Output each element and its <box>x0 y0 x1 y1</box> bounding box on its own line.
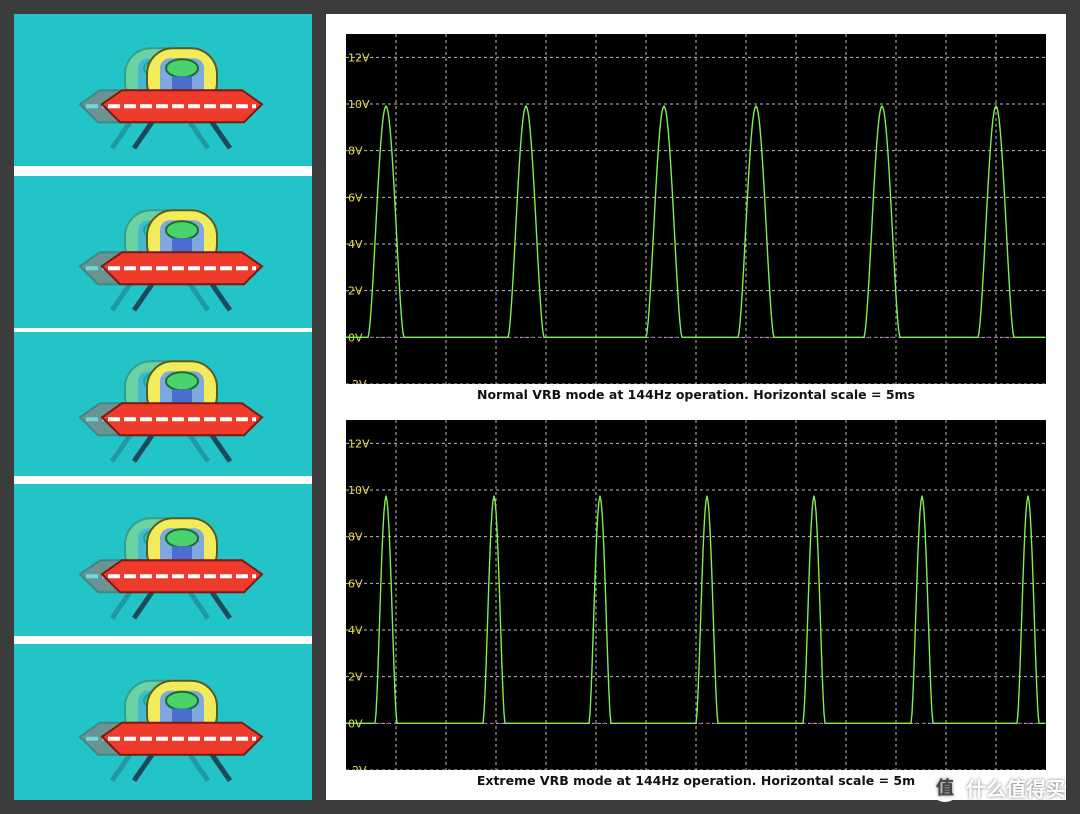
pulse-peak <box>706 496 708 498</box>
y-tick-label: 4V <box>348 624 363 637</box>
caption-normal: Normal VRB mode at 144Hz operation. Hori… <box>477 387 915 402</box>
y-tick-label: 2V <box>348 671 363 684</box>
motion-photo-4 <box>14 484 312 636</box>
y-tick-label: -2V <box>348 764 367 770</box>
y-tick-label: -2V <box>348 378 367 384</box>
pulse-peak <box>599 496 601 498</box>
watermark: 值 什么值得买 <box>930 770 1066 804</box>
photo-strip <box>14 14 312 800</box>
oscilloscope-panel: -2V0V2V4V6V8V10V12V Normal VRB mode at 1… <box>326 14 1066 800</box>
ufo-sprite <box>78 209 264 312</box>
motion-photo-5 <box>14 644 312 800</box>
watermark-text: 什么值得买 <box>966 776 1066 801</box>
y-tick-label: 10V <box>348 98 370 111</box>
pulse-peak <box>385 105 387 108</box>
ufo-sprite <box>78 47 264 150</box>
y-tick-label: 8V <box>348 531 363 544</box>
y-tick-label: 12V <box>348 437 370 450</box>
y-tick-label: 2V <box>348 285 363 298</box>
pulse-peak <box>813 496 815 498</box>
y-tick-label: 6V <box>348 577 363 590</box>
ufo-sprite <box>78 679 264 783</box>
pulse-peak <box>1027 496 1029 498</box>
y-tick-label: 4V <box>348 238 363 251</box>
pulse-peak <box>755 105 757 108</box>
motion-photo-1 <box>14 14 312 166</box>
scope-extreme-plot: -2V0V2V4V6V8V10V12V <box>346 420 1046 770</box>
scope-normal-plot: -2V0V2V4V6V8V10V12V <box>346 34 1046 384</box>
ufo-sprite <box>78 360 264 463</box>
pulse-peak <box>385 496 387 498</box>
pulse-peak <box>881 105 883 108</box>
pulse-peak <box>493 496 495 498</box>
scope-extreme: -2V0V2V4V6V8V10V12V <box>346 420 1046 770</box>
y-tick-label: 8V <box>348 145 363 158</box>
pulse-peak <box>663 105 665 108</box>
ufo-sprite <box>78 517 264 620</box>
watermark-icon: 值 <box>930 772 960 802</box>
pulse-peak <box>921 496 923 498</box>
y-tick-label: 6V <box>348 191 363 204</box>
motion-photo-3 <box>14 332 312 476</box>
pulse-peak <box>995 105 997 108</box>
y-tick-label: 12V <box>348 51 370 64</box>
y-tick-label: 10V <box>348 484 370 497</box>
motion-photo-2 <box>14 176 312 328</box>
scope-normal: -2V0V2V4V6V8V10V12V <box>346 34 1046 384</box>
pulse-peak <box>525 105 527 108</box>
